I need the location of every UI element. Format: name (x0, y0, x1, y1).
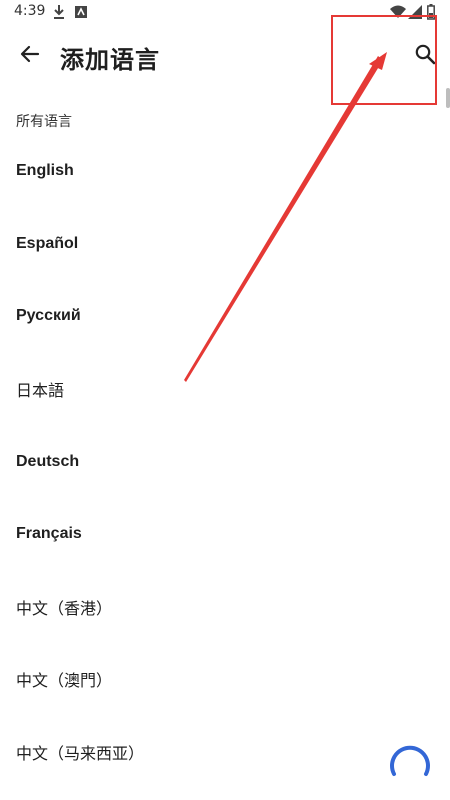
language-label: Español (16, 234, 79, 252)
language-item[interactable]: 日本語 (0, 353, 450, 426)
section-header-all-languages: 所有语言 (16, 114, 72, 130)
language-item[interactable]: 中文（香港） (0, 571, 450, 644)
download-icon (52, 4, 66, 24)
language-item[interactable]: English (0, 135, 450, 208)
arrow-back-icon (19, 43, 41, 69)
screen: 4:39 添加语言 所有语言 English Español Русский 日… (0, 0, 450, 800)
language-item[interactable]: Русский (0, 280, 450, 353)
language-item[interactable]: Français (0, 498, 450, 571)
language-item[interactable]: Deutsch (0, 425, 450, 498)
language-label: Русский (16, 307, 81, 325)
language-label: 中文（马来西亚） (16, 744, 145, 764)
scrollbar[interactable] (446, 88, 450, 108)
language-item[interactable]: Español (0, 208, 450, 281)
language-label: Français (16, 525, 82, 543)
language-item[interactable]: 中文（马来西亚） (0, 716, 450, 789)
language-label: 中文（澳門） (16, 671, 113, 691)
status-time: 4:39 (14, 3, 46, 19)
language-label: 中文（香港） (16, 598, 113, 618)
language-label: 日本語 (16, 381, 65, 401)
language-list: English Español Русский 日本語 Deutsch Fran… (0, 135, 450, 788)
annotation-highlight-box (331, 15, 437, 105)
app-notification-icon (74, 4, 88, 23)
language-label: Deutsch (16, 452, 80, 470)
back-button[interactable] (10, 36, 50, 76)
loading-spinner-icon (388, 738, 432, 782)
language-item[interactable]: 中文（澳門） (0, 643, 450, 716)
page-title: 添加语言 (60, 46, 160, 74)
language-label: English (16, 162, 74, 180)
